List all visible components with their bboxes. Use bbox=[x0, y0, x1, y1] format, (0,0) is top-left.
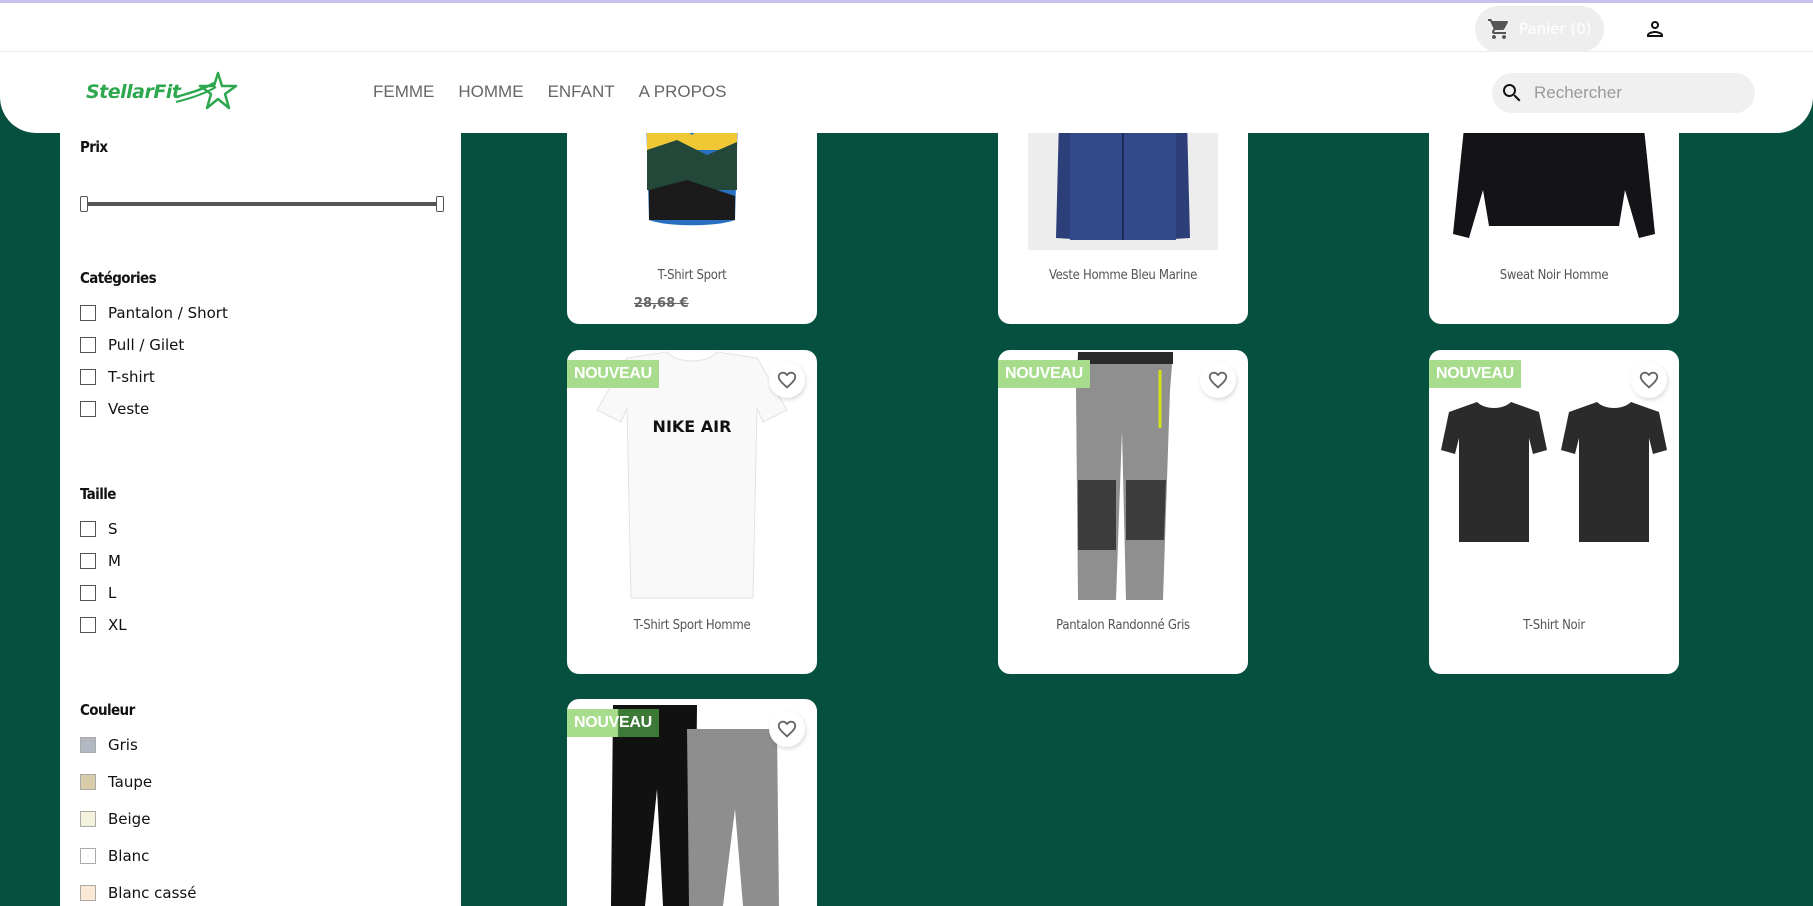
brand-name: StellarFit bbox=[86, 81, 181, 103]
color-swatch-blanc[interactable] bbox=[80, 848, 96, 864]
nav-homme[interactable]: HOMME bbox=[458, 82, 523, 102]
favorite-button[interactable] bbox=[769, 362, 805, 398]
color-option[interactable]: Blanc bbox=[80, 847, 149, 865]
product-name: T-Shirt Noir bbox=[1523, 618, 1585, 633]
category-option[interactable]: Pantalon / Short bbox=[80, 304, 228, 322]
nav-enfant[interactable]: ENFANT bbox=[548, 82, 615, 102]
category-label: T-shirt bbox=[108, 368, 155, 386]
new-badge: NOUVEAU bbox=[1429, 360, 1521, 388]
product-card[interactable]: NOUVEAU Pantalon Randonné Gris bbox=[998, 350, 1248, 674]
category-option[interactable]: Pull / Gilet bbox=[80, 336, 184, 354]
category-option[interactable]: Veste bbox=[80, 400, 149, 418]
color-label: Blanc bbox=[108, 847, 150, 865]
size-option[interactable]: M bbox=[80, 552, 121, 570]
category-label: Veste bbox=[108, 400, 150, 418]
size-label: S bbox=[108, 520, 118, 538]
size-option[interactable]: L bbox=[80, 584, 116, 602]
color-option[interactable]: Taupe bbox=[80, 773, 152, 791]
product-name: Pantalon Randonné Gris bbox=[1056, 618, 1190, 633]
slider-max-handle[interactable] bbox=[436, 196, 444, 212]
utility-bar: Panier (0) bbox=[0, 3, 1813, 52]
account-icon[interactable] bbox=[1643, 17, 1667, 41]
category-filter-title: Catégories bbox=[80, 269, 157, 287]
checkbox[interactable] bbox=[80, 401, 96, 417]
color-swatch-taupe[interactable] bbox=[80, 774, 96, 790]
checkbox[interactable] bbox=[80, 369, 96, 385]
color-label: Taupe bbox=[108, 773, 153, 791]
cart-label: Panier (0) bbox=[1519, 20, 1592, 38]
primary-nav: FEMME HOMME ENFANT A PROPOS bbox=[373, 82, 727, 102]
nav-a-propos[interactable]: A PROPOS bbox=[639, 82, 727, 102]
product-name: Sweat Noir Homme bbox=[1499, 268, 1609, 283]
product-price-old: 28,68 € bbox=[634, 296, 689, 311]
print-nike-air: NIKE AIR bbox=[653, 417, 732, 436]
heart-icon bbox=[1639, 371, 1659, 389]
star-logo-icon bbox=[175, 71, 238, 110]
checkbox[interactable] bbox=[80, 305, 96, 321]
size-option[interactable]: XL bbox=[80, 616, 127, 634]
product-card[interactable]: NIKE AIR NOUVEAU T-Shirt Sport Homme bbox=[567, 350, 817, 674]
nav-femme[interactable]: FEMME bbox=[373, 82, 434, 102]
color-option[interactable]: Gris bbox=[80, 736, 138, 754]
product-name: T-Shirt Sport bbox=[657, 268, 727, 283]
size-filter-title: Taille bbox=[80, 485, 116, 503]
price-range-slider[interactable] bbox=[80, 196, 444, 212]
color-option[interactable]: Beige bbox=[80, 810, 150, 828]
color-swatch-beige[interactable] bbox=[80, 811, 96, 827]
checkbox[interactable] bbox=[80, 617, 96, 633]
new-badge: NOUVEAU bbox=[998, 360, 1090, 388]
size-label: M bbox=[108, 552, 121, 570]
favorite-button[interactable] bbox=[1200, 362, 1236, 398]
color-label: Gris bbox=[108, 736, 138, 754]
color-label: Blanc cassé bbox=[108, 884, 197, 902]
product-card[interactable]: NOUVEAU T-Shirt Noir bbox=[1429, 350, 1679, 674]
cart-button[interactable]: Panier (0) bbox=[1475, 6, 1604, 52]
color-label: Beige bbox=[108, 810, 151, 828]
color-filter-title: Couleur bbox=[80, 701, 135, 719]
heart-icon bbox=[1208, 371, 1228, 389]
size-label: L bbox=[108, 584, 117, 602]
checkbox[interactable] bbox=[80, 521, 96, 537]
main-navbar: StellarFit FEMME HOMME ENFANT A PROPOS bbox=[0, 52, 1813, 133]
favorite-button[interactable] bbox=[1631, 362, 1667, 398]
product-card[interactable]: NOUVEAU bbox=[567, 699, 817, 906]
new-badge: NOUVEAU bbox=[567, 360, 659, 388]
color-swatch-gris[interactable] bbox=[80, 737, 96, 753]
category-label: Pull / Gilet bbox=[108, 336, 185, 354]
slider-min-handle[interactable] bbox=[80, 196, 88, 212]
brand-logo[interactable]: StellarFit bbox=[86, 71, 246, 115]
heart-icon bbox=[777, 371, 797, 389]
price-filter-title: Prix bbox=[80, 138, 108, 156]
favorite-button[interactable] bbox=[769, 711, 805, 747]
color-swatch-blanc-casse[interactable] bbox=[80, 885, 96, 901]
size-option[interactable]: S bbox=[80, 520, 118, 538]
checkbox[interactable] bbox=[80, 585, 96, 601]
filter-sidebar: Prix Catégories Pantalon / Short Pull / … bbox=[60, 100, 461, 906]
checkbox[interactable] bbox=[80, 337, 96, 353]
product-name: Veste Homme Bleu Marine bbox=[1048, 268, 1198, 283]
search-bar[interactable] bbox=[1492, 73, 1755, 113]
search-input[interactable] bbox=[1534, 83, 1734, 103]
product-name: T-Shirt Sport Homme bbox=[633, 618, 751, 633]
color-option[interactable]: Blanc cassé bbox=[80, 884, 196, 902]
checkbox[interactable] bbox=[80, 553, 96, 569]
slider-track bbox=[84, 202, 440, 206]
category-option[interactable]: T-shirt bbox=[80, 368, 155, 386]
search-icon bbox=[1503, 84, 1521, 102]
new-badge: NOUVEAU bbox=[567, 709, 659, 737]
heart-icon bbox=[777, 720, 797, 738]
cart-icon bbox=[1488, 19, 1509, 39]
category-label: Pantalon / Short bbox=[108, 304, 228, 322]
size-label: XL bbox=[108, 616, 127, 634]
